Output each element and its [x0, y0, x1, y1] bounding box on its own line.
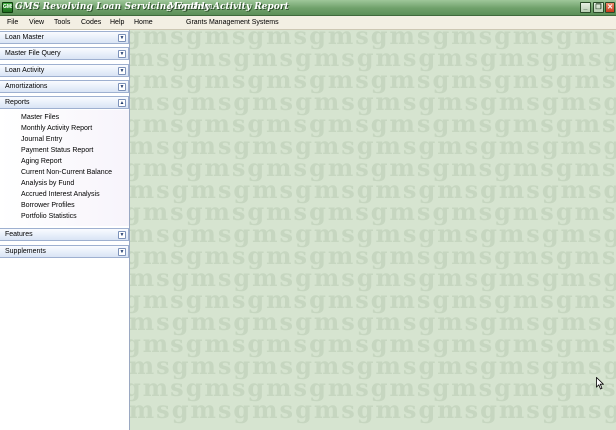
- close-icon: ✕: [607, 4, 613, 11]
- chevron-up-icon[interactable]: ▲: [118, 99, 126, 107]
- section-label: Amortizations: [5, 83, 48, 90]
- workspace: gmsgmsgmsgmsgmsgmsgmsgms gmsgmsgmsgmsgmsg…: [130, 30, 616, 430]
- report-borrower-profiles[interactable]: Borrower Profiles: [21, 202, 75, 209]
- menu-view[interactable]: View: [29, 19, 44, 26]
- chevron-down-icon[interactable]: ▼: [118, 34, 126, 42]
- report-portfolio-statistics[interactable]: Portfolio Statistics: [21, 213, 77, 220]
- section-label: Loan Activity: [5, 67, 45, 74]
- reports-panel: Master Files Monthly Activity Report Jou…: [0, 110, 129, 226]
- menu-banner: Grants Management Systems: [186, 19, 279, 26]
- section-amortizations[interactable]: Amortizations ▼: [0, 80, 129, 93]
- section-label: Features: [5, 231, 33, 238]
- close-button[interactable]: ✕: [605, 2, 615, 13]
- app-icon[interactable]: GMS: [2, 2, 13, 13]
- menu-codes[interactable]: Codes: [81, 19, 101, 26]
- chevron-down-icon[interactable]: ▼: [118, 248, 126, 256]
- section-label: Reports: [5, 99, 30, 106]
- report-current-non-current[interactable]: Current Non-Current Balance: [21, 169, 112, 176]
- report-master-files[interactable]: Master Files: [21, 114, 59, 121]
- title-bar: GMS GMS Revolving Loan Servicing System …: [0, 0, 616, 16]
- sidebar: Loan Master ▼ Master File Query ▼ Loan A…: [0, 30, 130, 430]
- menu-tools[interactable]: Tools: [54, 19, 70, 26]
- menu-home[interactable]: Home: [134, 19, 153, 26]
- section-features[interactable]: Features ▼: [0, 228, 129, 241]
- section-label: Loan Master: [5, 34, 44, 41]
- document-title: Monthly Activity Report: [168, 2, 289, 12]
- section-label: Supplements: [5, 248, 46, 255]
- chevron-down-icon[interactable]: ▼: [118, 83, 126, 91]
- chevron-down-icon[interactable]: ▼: [118, 50, 126, 58]
- minimize-button[interactable]: _: [580, 2, 591, 13]
- section-reports[interactable]: Reports ▲: [0, 96, 129, 109]
- report-aging[interactable]: Aging Report: [21, 158, 62, 165]
- section-supplements[interactable]: Supplements ▼: [0, 245, 129, 258]
- report-payment-status[interactable]: Payment Status Report: [21, 147, 93, 154]
- report-journal-entry[interactable]: Journal Entry: [21, 136, 62, 143]
- mouse-cursor-icon: [596, 377, 604, 390]
- chevron-down-icon[interactable]: ▼: [118, 231, 126, 239]
- report-monthly-activity[interactable]: Monthly Activity Report: [21, 125, 92, 132]
- report-accrued-interest[interactable]: Accrued Interest Analysis: [21, 191, 100, 198]
- menu-bar: File View Tools Codes Help Home Grants M…: [0, 16, 616, 30]
- restore-icon: ❐: [595, 4, 602, 11]
- restore-button[interactable]: ❐: [593, 2, 604, 13]
- logo-watermark-row: gmsgmsgmsgmsgmsgmsgmsgmsgmsgmsgmsgms: [130, 395, 616, 424]
- section-label: Master File Query: [5, 50, 61, 57]
- report-analysis-by-fund[interactable]: Analysis by Fund: [21, 180, 74, 187]
- section-loan-master[interactable]: Loan Master ▼: [0, 31, 129, 44]
- section-master-file-query[interactable]: Master File Query ▼: [0, 47, 129, 60]
- section-loan-activity[interactable]: Loan Activity ▼: [0, 64, 129, 77]
- menu-file[interactable]: File: [7, 19, 18, 26]
- chevron-down-icon[interactable]: ▼: [118, 67, 126, 75]
- menu-help[interactable]: Help: [110, 19, 124, 26]
- minimize-icon: _: [583, 4, 588, 11]
